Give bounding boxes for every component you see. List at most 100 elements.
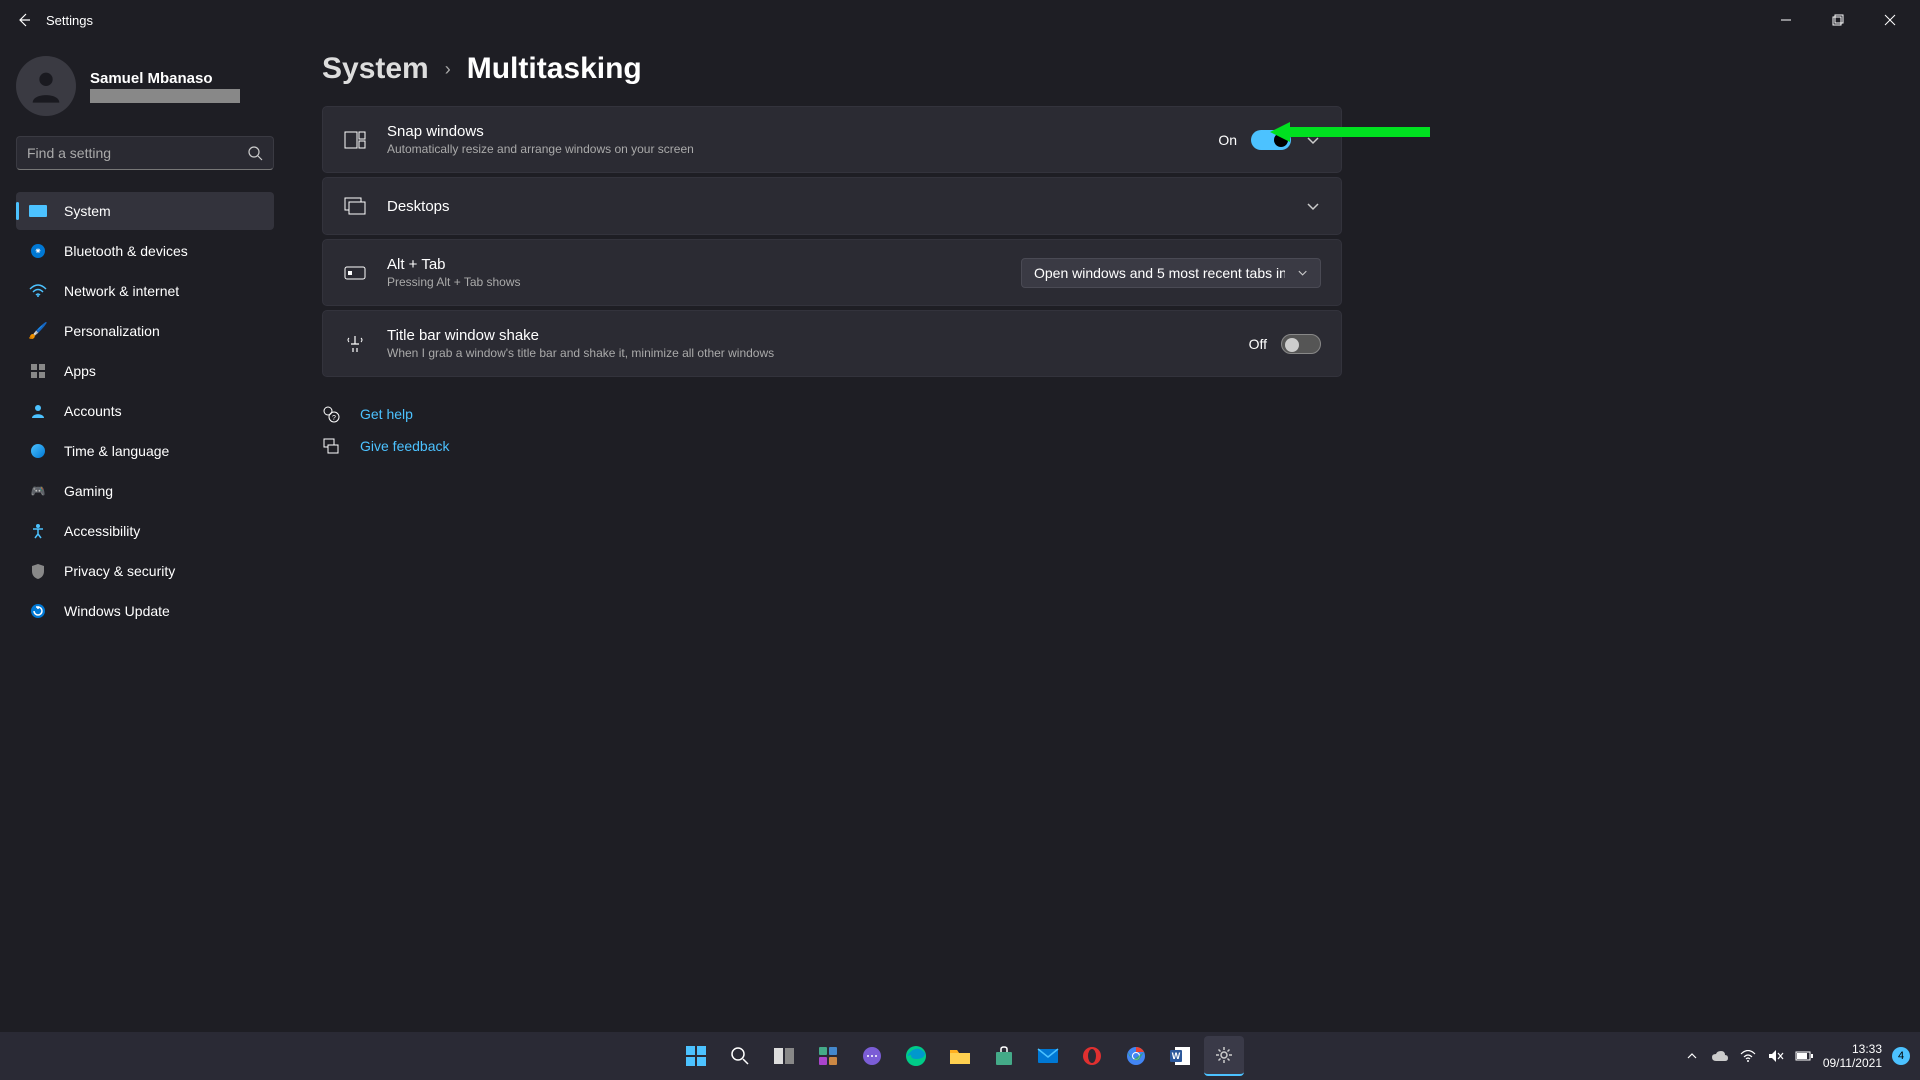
setting-desc: Automatically resize and arrange windows… (387, 142, 1218, 156)
sidebar-item-personalization[interactable]: 🖌️ Personalization (16, 312, 274, 350)
sidebar-item-bluetooth[interactable]: ⁕ Bluetooth & devices (16, 232, 274, 270)
content-area: System › Multitasking Snap windows Autom… (290, 40, 1390, 1032)
accessibility-icon (28, 521, 48, 541)
taskbar-chat[interactable] (852, 1036, 892, 1076)
search-input[interactable] (27, 145, 247, 161)
gamepad-icon: 🎮 (28, 481, 48, 501)
search-box[interactable] (16, 136, 274, 170)
taskbar-word[interactable]: W (1160, 1036, 1200, 1076)
sidebar-item-gaming[interactable]: 🎮 Gaming (16, 472, 274, 510)
taskbar-settings[interactable] (1204, 1036, 1244, 1076)
windows-icon (685, 1045, 707, 1067)
arrow-left-icon (16, 12, 32, 28)
systray-battery[interactable] (1795, 1047, 1813, 1065)
systray-onedrive[interactable] (1711, 1047, 1729, 1065)
chrome-icon (1126, 1046, 1146, 1066)
setting-title: Alt + Tab (387, 256, 1021, 273)
desktops-icon (343, 194, 367, 218)
wifi-icon (28, 281, 48, 301)
shield-icon (28, 561, 48, 581)
breadcrumb-parent[interactable]: System (322, 52, 429, 86)
store-icon (994, 1046, 1014, 1066)
sidebar-item-label: Bluetooth & devices (64, 243, 188, 259)
alttab-dropdown[interactable]: Open windows and 5 most recent tabs in M (1021, 258, 1321, 288)
close-button[interactable] (1864, 2, 1916, 38)
widgets-icon (818, 1046, 838, 1066)
alttab-icon (343, 261, 367, 285)
sidebar-item-system[interactable]: System (16, 192, 274, 230)
maximize-button[interactable] (1812, 2, 1864, 38)
cloud-icon (1711, 1050, 1729, 1062)
search-icon (247, 145, 263, 161)
sidebar-item-update[interactable]: Windows Update (16, 592, 274, 630)
notification-badge[interactable]: 4 (1892, 1047, 1910, 1065)
systray-wifi[interactable] (1739, 1047, 1757, 1065)
titlebar: Settings (0, 0, 1920, 40)
taskbar-chrome[interactable] (1116, 1036, 1156, 1076)
sidebar-item-label: Time & language (64, 443, 169, 459)
close-icon (1884, 14, 1896, 26)
taskbar-search[interactable] (720, 1036, 760, 1076)
back-button[interactable] (4, 0, 44, 40)
taskbar-store[interactable] (984, 1036, 1024, 1076)
taskbar-mail[interactable] (1028, 1036, 1068, 1076)
taskview-icon (773, 1047, 795, 1065)
folder-icon (949, 1047, 971, 1065)
systray-overflow[interactable] (1683, 1047, 1701, 1065)
sidebar-item-label: Accounts (64, 403, 122, 419)
setting-alt-tab[interactable]: Alt + Tab Pressing Alt + Tab shows Open … (322, 239, 1342, 306)
profile-name: Samuel Mbanaso (90, 70, 240, 87)
setting-title: Title bar window shake (387, 327, 1249, 344)
sidebar-item-apps[interactable]: Apps (16, 352, 274, 390)
update-icon (28, 601, 48, 621)
sidebar-item-accounts[interactable]: Accounts (16, 392, 274, 430)
taskbar-explorer[interactable] (940, 1036, 980, 1076)
opera-icon (1082, 1046, 1102, 1066)
accounts-icon (28, 401, 48, 421)
chevron-down-icon[interactable] (1305, 198, 1321, 214)
sidebar-item-label: Windows Update (64, 603, 170, 619)
toggle-label: Off (1249, 336, 1267, 352)
sidebar-item-privacy[interactable]: Privacy & security (16, 552, 274, 590)
taskbar-edge[interactable] (896, 1036, 936, 1076)
sidebar-item-label: Apps (64, 363, 96, 379)
battery-icon (1795, 1051, 1813, 1061)
taskbar-taskview[interactable] (764, 1036, 804, 1076)
sidebar-item-accessibility[interactable]: Accessibility (16, 512, 274, 550)
setting-desktops[interactable]: Desktops (322, 177, 1342, 235)
feedback-icon (322, 437, 340, 455)
shake-icon (343, 332, 367, 356)
window-title: Settings (46, 13, 93, 28)
setting-desc: When I grab a window's title bar and sha… (387, 346, 1249, 360)
sidebar-item-network[interactable]: Network & internet (16, 272, 274, 310)
taskbar-opera[interactable] (1072, 1036, 1112, 1076)
profile-section[interactable]: Samuel Mbanaso (16, 56, 274, 116)
help-icon: ? (322, 405, 340, 423)
toggle-label: On (1218, 132, 1237, 148)
search-icon (730, 1046, 750, 1066)
setting-snap-windows[interactable]: Snap windows Automatically resize and ar… (322, 106, 1342, 173)
setting-shake[interactable]: Title bar window shake When I grab a win… (322, 310, 1342, 377)
get-help-link[interactable]: ? Get help (322, 405, 1342, 423)
sidebar-item-label: Personalization (64, 323, 160, 339)
wifi-icon (1740, 1050, 1756, 1062)
svg-text:?: ? (332, 415, 336, 422)
person-icon (26, 66, 66, 106)
chat-icon (862, 1046, 882, 1066)
taskbar-clock[interactable]: 13:33 09/11/2021 (1823, 1042, 1882, 1071)
apps-icon (28, 361, 48, 381)
svg-text:W: W (1172, 1051, 1181, 1061)
minimize-button[interactable] (1760, 2, 1812, 38)
sidebar: Samuel Mbanaso System ⁕ Bluetooth & devi… (0, 40, 290, 1032)
sidebar-item-time[interactable]: Time & language (16, 432, 274, 470)
start-button[interactable] (676, 1036, 716, 1076)
word-icon: W (1169, 1046, 1191, 1066)
taskbar-widgets[interactable] (808, 1036, 848, 1076)
dropdown-value: Open windows and 5 most recent tabs in M (1034, 265, 1285, 281)
time-text: 13:33 (1823, 1042, 1882, 1056)
shake-toggle[interactable] (1281, 334, 1321, 354)
sidebar-item-label: Network & internet (64, 283, 179, 299)
systray-volume[interactable] (1767, 1047, 1785, 1065)
taskbar: W 13:33 09/11/2021 4 (0, 1032, 1920, 1080)
give-feedback-link[interactable]: Give feedback (322, 437, 1342, 455)
